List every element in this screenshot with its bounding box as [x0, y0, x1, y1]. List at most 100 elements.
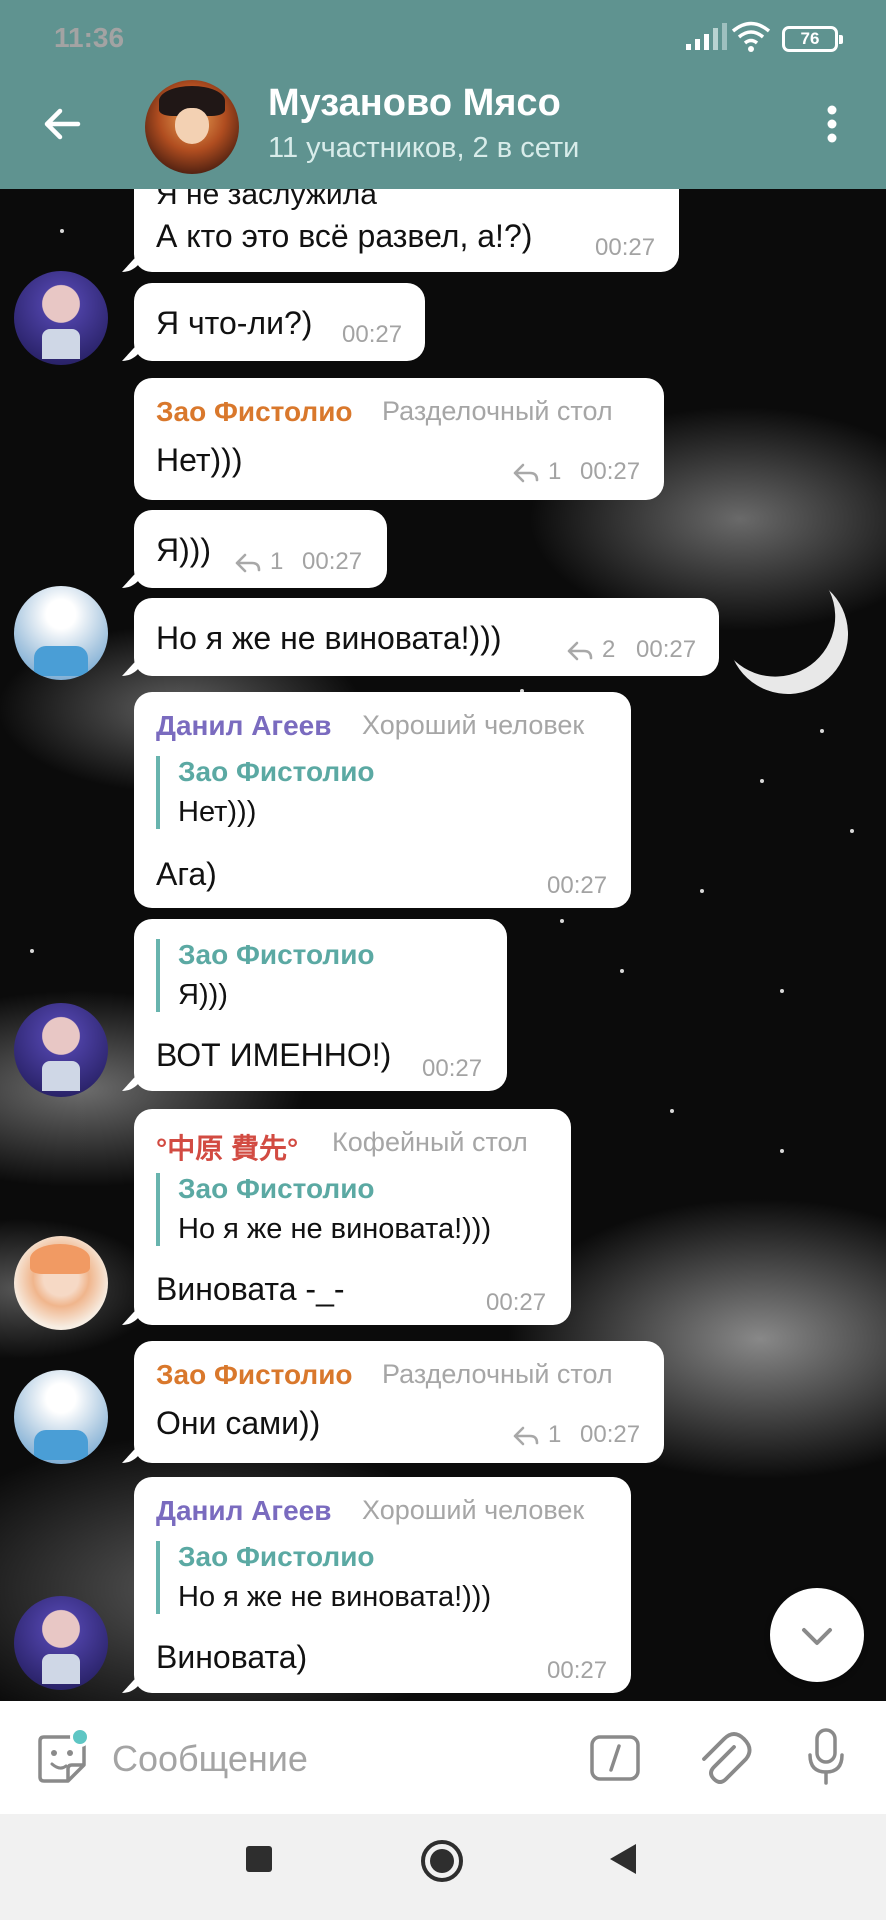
message-time: 00:27: [547, 1657, 608, 1684]
sender-avatar[interactable]: [14, 1596, 108, 1690]
reply-quote[interactable]: Зао Фистолио Но я же не виновата!))): [156, 1541, 491, 1614]
message-time: 00:27: [486, 1289, 547, 1316]
quote-text: Нет))): [178, 796, 257, 828]
star: [820, 729, 824, 733]
avatar-face: [175, 108, 209, 144]
reply-quote[interactable]: Зао Фистолио Я))): [156, 939, 375, 1012]
quote-text: Но я же не виновата!))): [178, 1213, 492, 1245]
system-navigation-bar: [0, 1814, 886, 1920]
message-text: Они сами)): [156, 1405, 321, 1441]
quote-sender: Зао Фистолио: [178, 1541, 375, 1572]
status-time: 11:36: [54, 22, 125, 53]
sender-avatar[interactable]: [14, 586, 108, 680]
star: [30, 949, 34, 953]
sender-avatar[interactable]: [14, 1236, 108, 1330]
reply-quote[interactable]: Зао Фистолио Нет))): [156, 756, 375, 829]
star: [700, 889, 704, 893]
message-bubble[interactable]: Я))) 1 00:27: [134, 510, 387, 588]
message-time: 00:27: [422, 1055, 483, 1082]
message-text: Нет))): [156, 442, 243, 478]
message-time: 00:27: [547, 872, 608, 899]
message-text: Но я же не виновата!))): [156, 620, 502, 656]
message-text: Я))): [156, 532, 212, 568]
sticker-badge: [70, 1727, 90, 1747]
quote-sender: Зао Фистолио: [178, 756, 375, 787]
chat-subtitle: 11 участников, 2 в сети: [268, 132, 580, 164]
message-text: Виновата -_-: [156, 1271, 345, 1307]
reply-icon[interactable]: [234, 552, 262, 574]
home-circle-icon[interactable]: [421, 1840, 463, 1882]
group-avatar[interactable]: [145, 80, 239, 174]
sender-name[interactable]: Данил Агеев: [156, 1495, 331, 1527]
signal-icon: [686, 23, 727, 50]
star: [560, 919, 564, 923]
recents-square-icon[interactable]: [246, 1846, 272, 1872]
message-bubble[interactable]: Но я же не виновата!))) 2 00:27: [134, 598, 719, 676]
reply-count: 1: [270, 548, 284, 575]
sender-name[interactable]: °中原 費先°: [156, 1127, 298, 1167]
microphone-icon[interactable]: [806, 1727, 846, 1787]
star: [780, 1149, 784, 1153]
quote-sender: Зао Фистолио: [178, 1173, 375, 1204]
moon-decoration: [711, 557, 865, 711]
message-time: 00:27: [580, 458, 641, 485]
message-bubble[interactable]: °中原 費先° Кофейный стол Зао Фистолио Но я …: [134, 1109, 571, 1325]
message-time: 00:27: [636, 636, 697, 663]
sender-role: Кофейный стол: [332, 1127, 528, 1157]
back-arrow-icon[interactable]: [38, 100, 86, 148]
message-text: Я что-ли?): [156, 305, 313, 341]
sender-role: Хороший человек: [362, 1495, 585, 1525]
sender-name[interactable]: Зао Фистолио: [156, 1359, 353, 1391]
message-bubble[interactable]: Зао Фистолио Я))) ВОТ ИМЕННО!) 00:27: [134, 919, 507, 1091]
message-text: А кто это всё развел, а!?): [156, 218, 533, 254]
more-vert-icon[interactable]: [820, 100, 844, 148]
quote-text: Я))): [178, 979, 228, 1011]
reply-count: 1: [548, 1421, 562, 1448]
sender-role: Разделочный стол: [382, 1359, 613, 1389]
star: [780, 989, 784, 993]
scroll-down-button[interactable]: [770, 1588, 864, 1682]
message-bubble[interactable]: Зао Фистолио Разделочный стол Они сами))…: [134, 1341, 664, 1463]
message-text: Ага): [156, 856, 217, 892]
message-bubble[interactable]: Данил Агеев Хороший человек Зао Фистолио…: [134, 692, 631, 908]
message-input[interactable]: [112, 1731, 552, 1787]
message-bubble[interactable]: Зао Фистолио Разделочный стол Нет))) 1 0…: [134, 378, 664, 500]
reply-icon[interactable]: [512, 1425, 540, 1447]
sender-avatar[interactable]: [14, 1370, 108, 1464]
message-time: 00:27: [342, 321, 403, 348]
bot-command-icon[interactable]: [590, 1735, 640, 1781]
star: [670, 1109, 674, 1113]
sender-role: Разделочный стол: [382, 396, 613, 426]
message-text: ВОТ ИМЕННО!): [156, 1037, 392, 1073]
quote-sender: Зао Фистолио: [178, 939, 375, 970]
message-input-bar: [0, 1701, 886, 1814]
message-bubble[interactable]: Данил Агеев Хороший человек Зао Фистолио…: [134, 1477, 631, 1693]
message-time: 00:27: [580, 1421, 641, 1448]
sender-name[interactable]: Зао Фистолио: [156, 396, 353, 428]
star: [760, 779, 764, 783]
reply-count: 1: [548, 458, 562, 485]
back-triangle-icon[interactable]: [610, 1844, 636, 1874]
chat-title[interactable]: Музаново Мясо: [268, 82, 561, 125]
star: [60, 229, 64, 233]
sender-role: Хороший человек: [362, 710, 585, 740]
message-bubble[interactable]: Я что-ли?) 00:27: [134, 283, 425, 361]
reply-icon[interactable]: [566, 640, 594, 662]
battery-icon: 76: [782, 26, 843, 52]
status-bar: 11:36 76: [0, 0, 886, 78]
sender-avatar[interactable]: [14, 1003, 108, 1097]
sender-avatar[interactable]: [14, 271, 108, 365]
message-time: 00:27: [302, 548, 363, 575]
sender-name[interactable]: Данил Агеев: [156, 710, 331, 742]
star: [850, 829, 854, 833]
star: [620, 969, 624, 973]
message-text: Виновата): [156, 1639, 308, 1675]
reply-icon[interactable]: [512, 462, 540, 484]
wifi-icon: [731, 21, 771, 52]
reply-count: 2: [602, 636, 616, 663]
reply-quote[interactable]: Зао Фистолио Но я же не виновата!))): [156, 1173, 491, 1246]
message-time: 00:27: [595, 234, 656, 261]
quote-text: Но я же не виновата!))): [178, 1581, 492, 1613]
chevron-down-icon: [802, 1628, 832, 1645]
attach-icon[interactable]: [696, 1729, 752, 1787]
